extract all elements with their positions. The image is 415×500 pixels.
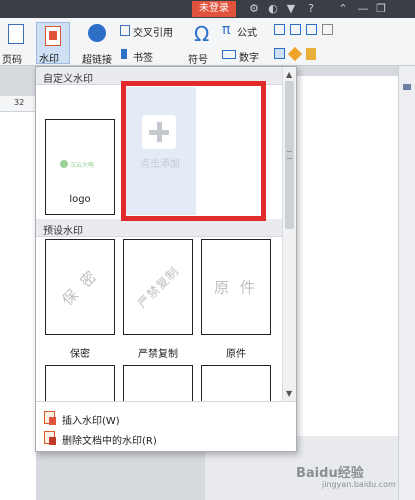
watermark-actions: 插入水印(W) 删除文档中的水印(R): [36, 401, 296, 451]
frame-icon[interactable]: [322, 24, 333, 35]
hyperlink-icon: [88, 24, 106, 42]
preset-watermark-extra[interactable]: [45, 365, 115, 401]
restore-icon[interactable]: ❐: [374, 2, 388, 16]
scroll-down-icon[interactable]: ▼: [286, 389, 292, 398]
clip-icon[interactable]: [287, 46, 303, 62]
watermark-preview-text: 保 密: [58, 265, 103, 310]
preset-label: 保密: [70, 349, 90, 360]
ribbon-toolbar: 页码 水印 超链接 交叉引用 书签 Ω 符号 π 公式 数字: [0, 18, 415, 66]
checkbox-icon[interactable]: [290, 24, 301, 35]
watermark-icon: [45, 26, 61, 46]
bookmark-icon: [121, 49, 127, 59]
logo-mark-icon: [60, 160, 68, 168]
watermark-preview-text: 严禁复制: [135, 264, 182, 311]
rail-toggle-icon[interactable]: [403, 84, 411, 90]
symbol-button[interactable]: 符号: [188, 51, 208, 66]
scrollbar-thumb[interactable]: [285, 81, 294, 229]
preset-watermark-extra[interactable]: [201, 365, 271, 401]
logo-preview-text: 汉云大略: [70, 162, 95, 169]
custom-watermark-title: 自定义水印: [43, 74, 93, 85]
gallery-scrollbar[interactable]: ▲ ▼: [282, 67, 296, 401]
number-button[interactable]: 数字: [239, 49, 259, 64]
scroll-up-icon[interactable]: ▲: [286, 70, 292, 79]
delete-watermark-item[interactable]: 删除文档中的水印(R): [44, 430, 284, 447]
preset-label: 原件: [226, 349, 246, 360]
hyperlink-button[interactable]: 超链接: [82, 51, 112, 66]
textbox-icon[interactable]: [274, 24, 285, 35]
table-icon[interactable]: [306, 24, 317, 35]
formula-button[interactable]: 公式: [237, 24, 257, 39]
preset-watermark-confidential[interactable]: 保 密: [45, 239, 115, 335]
insert-watermark-label: 插入水印(W): [62, 416, 120, 427]
title-bar: 未登录 ⚙ ◐ ▼ ? ⌃ — ❐: [0, 0, 415, 18]
baidu-logo: Baidu经验: [296, 466, 364, 481]
delete-watermark-label: 删除文档中的水印(R): [62, 436, 157, 447]
omega-icon: Ω: [194, 22, 210, 46]
preset-watermark-original[interactable]: 原 件: [201, 239, 271, 335]
highlight-annotation: [121, 81, 266, 221]
preset-label: 严禁复制: [138, 349, 178, 360]
watermark-button[interactable]: 水印: [36, 22, 70, 65]
gear-icon[interactable]: ⚙: [247, 2, 261, 16]
logo-label: logo: [69, 194, 91, 205]
minimize-icon[interactable]: —: [356, 2, 370, 16]
lock-icon[interactable]: [306, 48, 316, 60]
skin-icon[interactable]: ◐: [266, 2, 280, 16]
shirt-icon[interactable]: ▼: [284, 2, 298, 16]
preset-watermark-header: 预设水印: [36, 219, 282, 237]
watermark-label: 水印: [39, 54, 59, 65]
baidu-url: jingyan.baidu.com: [322, 480, 396, 489]
chevron-up-icon[interactable]: ⌃: [336, 2, 350, 16]
login-button[interactable]: 未登录: [192, 1, 236, 17]
watermark-preview-text: 原 件: [214, 278, 258, 297]
bookmark-button[interactable]: 书签: [133, 49, 153, 64]
insert-watermark-icon: [44, 411, 56, 425]
preset-watermark-extra[interactable]: [123, 365, 193, 401]
number-icon: [222, 50, 236, 59]
ruler-number: 32: [14, 98, 25, 107]
ruler: 32: [0, 96, 36, 112]
help-icon[interactable]: ?: [304, 2, 318, 16]
page-number-icon: [8, 24, 24, 44]
preset-watermark-title: 预设水印: [43, 226, 83, 237]
delete-watermark-icon: [44, 431, 56, 445]
document-page[interactable]: [0, 112, 36, 500]
pi-icon: π: [222, 22, 231, 38]
side-rail: [398, 66, 415, 500]
page-number-button[interactable]: 页码: [2, 51, 22, 66]
cross-ref-button[interactable]: 交叉引用: [133, 24, 173, 39]
preset-watermark-no-copy[interactable]: 严禁复制: [123, 239, 193, 335]
insert-watermark-item[interactable]: 插入水印(W): [44, 410, 284, 427]
cross-ref-icon: [120, 25, 130, 36]
object-icon[interactable]: [274, 48, 285, 59]
